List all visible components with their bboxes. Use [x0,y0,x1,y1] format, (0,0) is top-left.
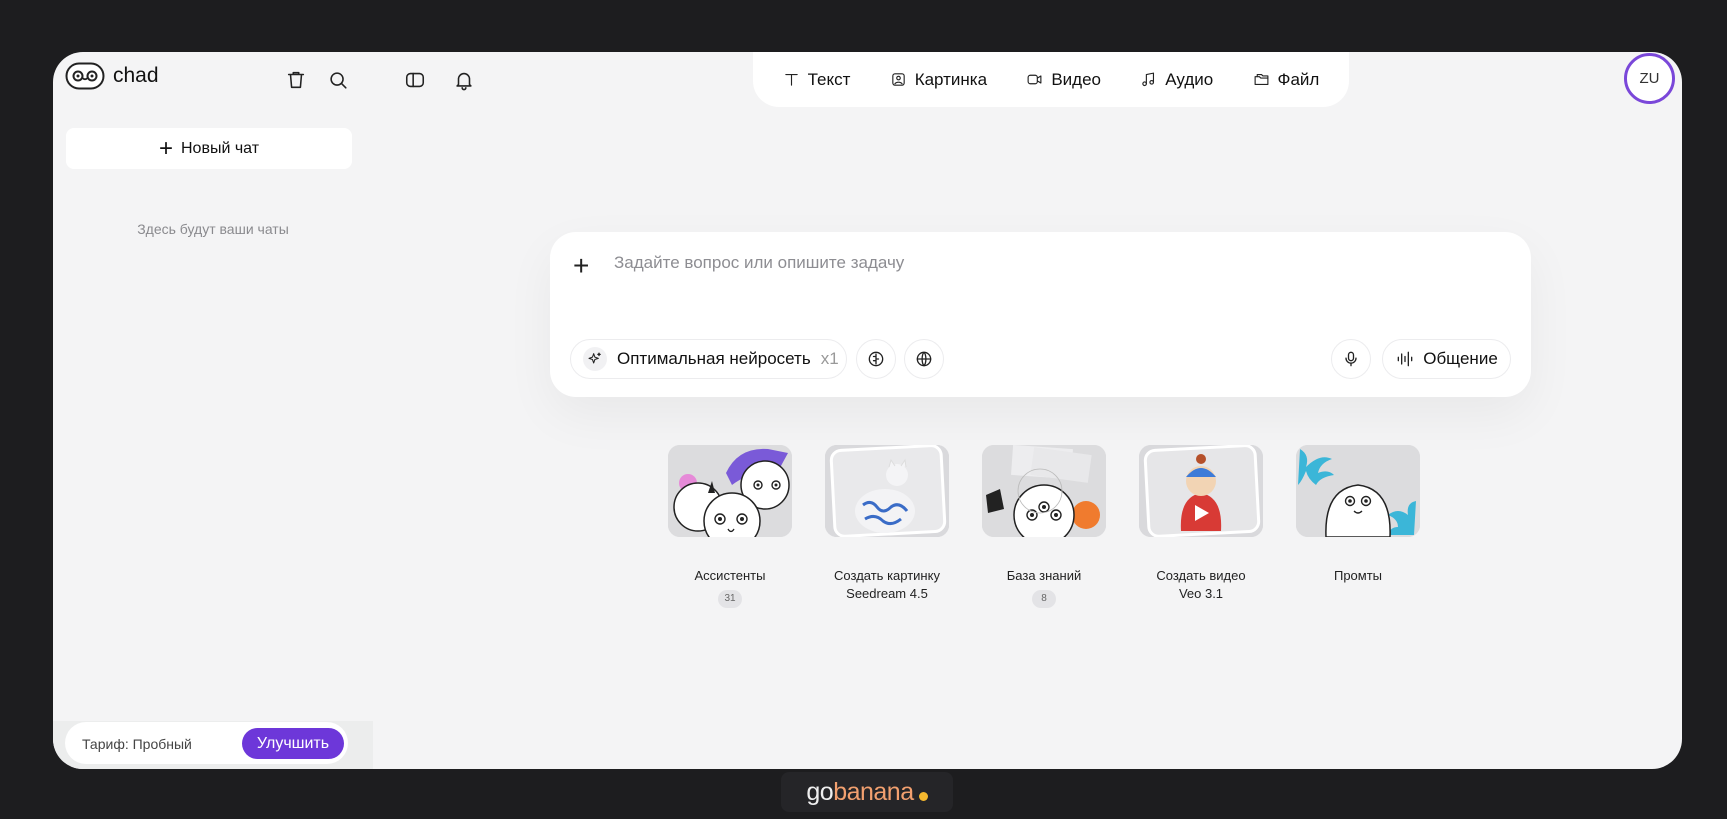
card-prompts-title: Промты [1333,568,1383,583]
prompt-input[interactable] [612,252,1466,274]
search-icon [330,72,347,89]
sparkle-icon [583,347,607,371]
card-create-image[interactable]: Создать картинку Seedream 4.5 [821,445,953,608]
card-knowledge-base-title: База знаний [1006,568,1082,583]
empty-chats-text: Здесь будут ваши чаты [137,221,289,237]
plus-icon: + [158,134,173,162]
notifications-button[interactable] [450,66,478,94]
app-window: chad + Новый чат Здесь будут ваши чаты Т… [53,52,1682,769]
tab-text[interactable]: Текст [783,69,851,90]
prompts-illustration [1296,445,1420,537]
sidebar: chad + Новый чат Здесь будут ваши чаты Т… [53,52,472,769]
web-search-toggle[interactable] [904,339,944,379]
image-icon [891,73,905,86]
mode-tabs: Текст Картинка Видео Аудио Файл [753,52,1349,107]
brand-banana: banana [833,777,914,806]
bell-icon [456,72,472,91]
attach-plus-icon[interactable]: + [573,252,589,280]
microphone-button[interactable] [1331,339,1371,379]
model-multiplier: x1 [820,349,839,368]
trash-button[interactable] [282,66,310,94]
folder-icon [1254,73,1268,86]
shortcut-cards: Ассистенты 31 Создать картинку Seedream … [664,445,1424,608]
create-video-illustration [1139,445,1263,537]
new-chat-label: Новый чат [180,139,260,157]
search-button[interactable] [324,66,352,94]
tab-video-label: Видео [1051,69,1102,89]
plan-label: Тариф: Пробный [82,736,192,752]
video-icon [1027,74,1042,85]
user-avatar[interactable]: ZU [1624,53,1675,104]
create-image-illustration [825,445,949,537]
voice-chat-label: Общение [1423,349,1498,368]
brain-icon [868,351,884,367]
card-assistants-title: Ассистенты [694,568,766,583]
card-assistants[interactable]: Ассистенты 31 [664,445,796,608]
tab-text-label: Текст [807,69,851,89]
card-create-video-title: Создать видео [1156,568,1246,583]
tab-image-label: Картинка [914,69,988,89]
app-name: chad [113,64,159,87]
card-create-image-title: Создать картинку [834,568,940,583]
tab-video[interactable]: Видео [1026,70,1101,90]
model-label: Оптимальная нейросеть [617,349,811,368]
card-assistants-badge: 31 [718,590,742,608]
tab-file-label: Файл [1277,69,1320,89]
upgrade-button[interactable]: Улучшить [242,728,344,759]
trash-icon [287,71,305,89]
sidebar-toggle-icon [405,72,425,88]
thinking-toggle[interactable] [856,339,896,379]
new-chat-button[interactable]: + Новый чат [66,128,352,169]
app-logo[interactable]: chad [65,62,159,90]
sidebar-toggle-button[interactable] [401,66,429,94]
card-create-video[interactable]: Создать видео Veo 3.1 [1135,445,1267,608]
card-create-image-subtitle: Seedream 4.5 [846,586,928,601]
voice-chat-button[interactable]: Общение [1382,339,1511,379]
brand-dot [918,792,928,801]
card-knowledge-base-badge: 8 [1032,590,1056,608]
card-create-video-subtitle: Veo 3.1 [1178,586,1224,601]
card-knowledge-base[interactable]: База знаний 8 [978,445,1110,608]
music-icon [1142,72,1155,87]
gobanana-watermark: go banana [781,772,953,812]
assistants-illustration [668,445,792,537]
card-prompts[interactable]: Промты [1292,445,1424,608]
text-icon [784,73,798,86]
model-selector[interactable]: Оптимальная нейросеть x1 [570,339,847,379]
microphone-icon [1345,351,1357,367]
soundwave-icon [1397,351,1413,367]
tab-file[interactable]: Файл [1253,69,1320,90]
tab-audio-label: Аудио [1165,69,1214,89]
globe-icon [916,351,932,367]
tab-image[interactable]: Картинка [890,70,987,90]
chad-logo-icon [65,62,105,90]
knowledge-base-illustration [982,445,1106,537]
brand-go: go [806,777,834,806]
tab-audio[interactable]: Аудио [1140,70,1213,90]
composer: + Оптимальная нейросеть x1 Общение [550,232,1531,397]
